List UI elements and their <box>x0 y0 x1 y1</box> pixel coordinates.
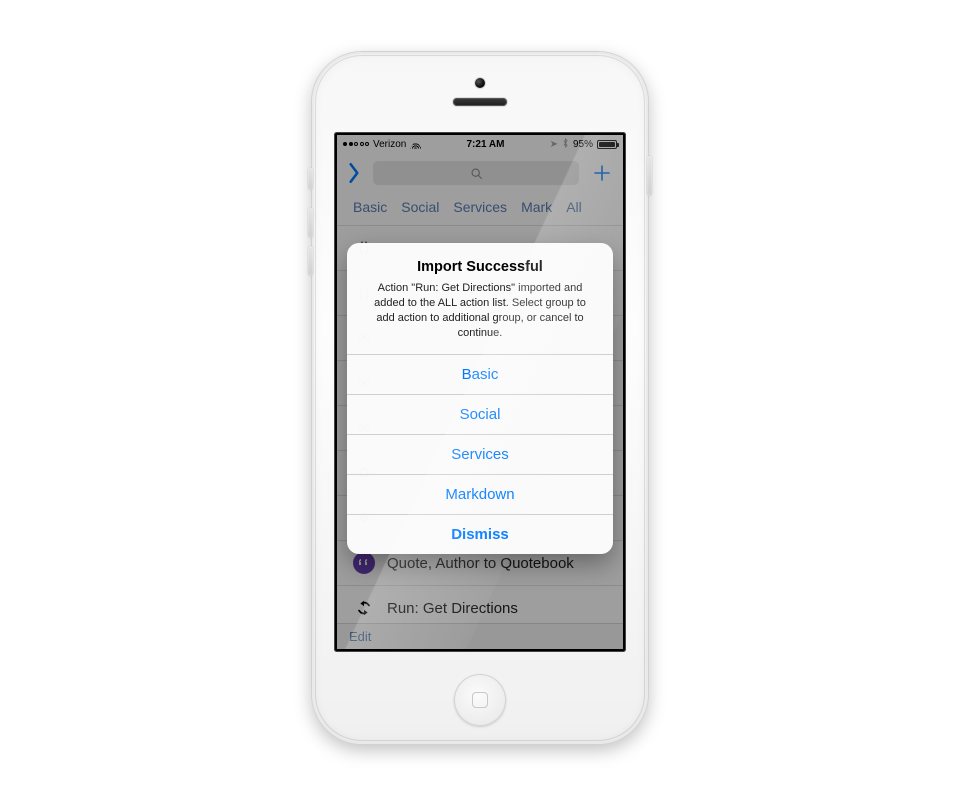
iphone-device-frame: Verizon 7:21 AM ➤ 95% <box>312 52 648 744</box>
power-button <box>647 156 652 196</box>
alert-message: Action "Run: Get Directions" imported an… <box>365 281 595 340</box>
home-button[interactable] <box>454 674 506 726</box>
alert-title: Import Successful <box>365 259 595 275</box>
device-screen: Verizon 7:21 AM ➤ 95% <box>334 132 626 652</box>
earpiece-speaker <box>453 98 507 106</box>
import-successful-alert: Import Successful Action "Run: Get Direc… <box>347 243 613 554</box>
volume-down-button <box>308 246 313 276</box>
alert-option-markdown[interactable]: Markdown <box>347 474 613 514</box>
alert-option-social[interactable]: Social <box>347 394 613 434</box>
alert-dismiss-button[interactable]: Dismiss <box>347 514 613 554</box>
volume-up-button <box>308 208 313 238</box>
alert-option-services[interactable]: Services <box>347 434 613 474</box>
home-button-square-icon <box>472 692 488 708</box>
mute-switch <box>308 168 313 190</box>
front-camera <box>475 78 485 88</box>
alert-option-basic[interactable]: Basic <box>347 354 613 394</box>
